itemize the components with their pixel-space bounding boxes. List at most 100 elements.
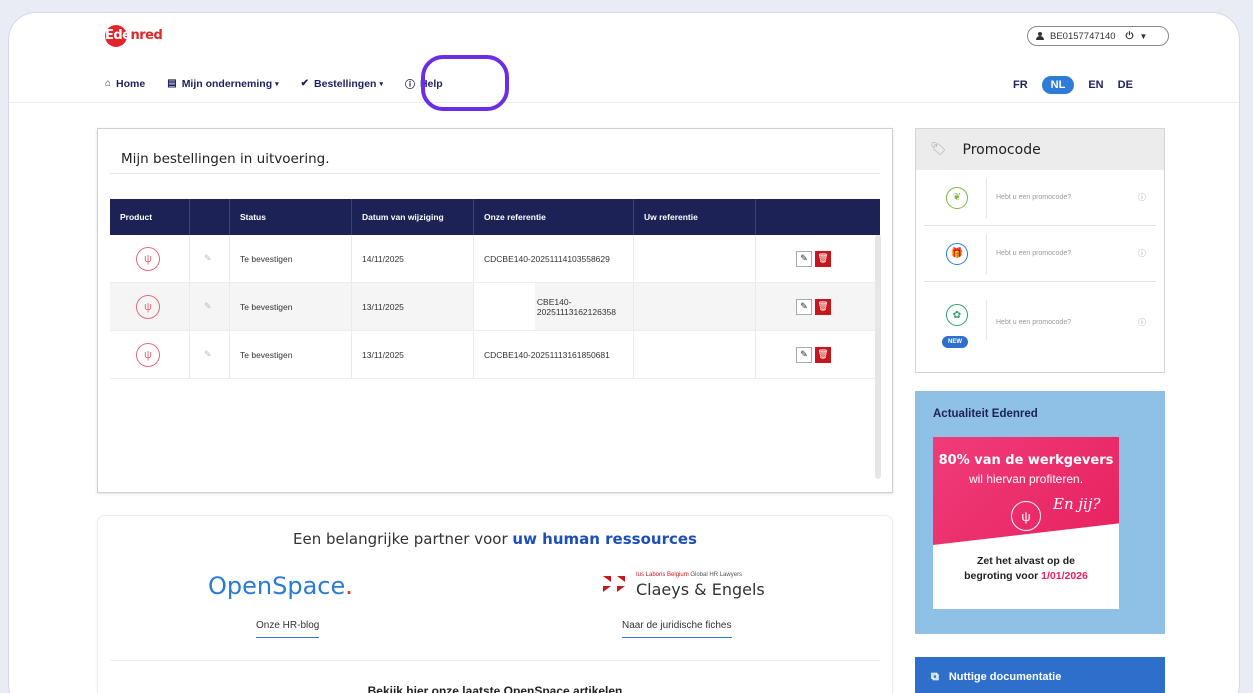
caret-down-icon: ▾ (275, 80, 279, 88)
ref-cell: CBE140-20251113162126358 (474, 283, 634, 330)
useful-docs-panel[interactable]: ⧉ Nuttige documentatie (915, 657, 1165, 693)
info-icon[interactable]: ⓘ (1138, 248, 1146, 259)
building-icon: ▤ (167, 78, 177, 89)
useful-docs-label: Nuttige documentatie (948, 671, 1062, 683)
col-actions (756, 199, 880, 235)
main-nav: ⌂ Home ▤ Mijn onderneming ▾ ✔ Bestelling… (105, 76, 465, 92)
pencil-note-icon[interactable]: ✎ (204, 253, 212, 264)
copy-document-icon: ⧉ (931, 671, 939, 683)
delete-button[interactable]: 🗑 (815, 298, 831, 315)
promocode-row[interactable]: 🎁 Hebt u een promocode? ⓘ (924, 226, 1156, 282)
table-row[interactable]: ψ ✎ Te bevestigen 14/11/2025 CDCBE140-20… (110, 235, 880, 283)
edit-button[interactable]: ✎ (796, 250, 812, 267)
edit-button[interactable]: ✎ (796, 298, 812, 315)
edit-cell: ✎ (190, 283, 230, 330)
claeys-tagline-red: Ius Laboris Belgium (636, 572, 689, 578)
divider (986, 178, 987, 218)
pencil-note-icon[interactable]: ✎ (204, 301, 212, 312)
promocode-input[interactable]: Hebt u een promocode? (996, 250, 1071, 257)
col-edit (190, 199, 230, 235)
meal-voucher-icon: ψ (136, 294, 160, 319)
delete-button[interactable]: 🗑 (815, 250, 831, 267)
ref-cell: CDCBE140-20251113161850681 (474, 331, 634, 378)
nav-home[interactable]: ⌂ Home (105, 78, 145, 90)
ref-cell: CDCBE140-20251114103558629 (474, 235, 634, 282)
col-product[interactable]: Product (110, 199, 190, 235)
info-icon[interactable]: ⓘ (1138, 317, 1146, 328)
tag-icon: 🏷 (930, 142, 947, 157)
news-banner[interactable]: 80% van de werkgevers wil hiervan profit… (933, 437, 1119, 609)
status-cell: Te bevestigen (230, 331, 352, 378)
table-scrollbar[interactable] (875, 235, 881, 479)
col-your-ref[interactable]: Uw referentie (634, 199, 756, 235)
promocode-input[interactable]: Hebt u een promocode? (996, 319, 1071, 326)
pencil-note-icon[interactable]: ✎ (204, 349, 212, 360)
hr-blog-link[interactable]: Onze HR-blog (256, 620, 320, 638)
meal-voucher-icon: ψ (1011, 501, 1041, 531)
banner-subline: wil hiervan profiteren. (968, 472, 1084, 486)
partners-title-bold: uw human ressources (512, 530, 697, 548)
edenred-logo[interactable]: Edenred (105, 25, 163, 47)
openspace-dot: . (345, 572, 353, 600)
ref-text: CBE140-20251113162126358 (536, 296, 617, 317)
date-cell: 14/11/2025 (352, 235, 474, 282)
account-menu[interactable]: BE0157747140 ⏻ ▼ (1027, 26, 1169, 46)
promocode-input[interactable]: Hebt u een promocode? (996, 194, 1071, 201)
language-switcher: FR NL EN DE (1013, 76, 1133, 94)
lang-fr[interactable]: FR (1013, 79, 1028, 91)
col-our-ref[interactable]: Onze referentie (474, 199, 634, 235)
openspace-articles-heading: Bekijk hier onze laatste OpenSpace artik… (367, 684, 623, 693)
promocode-title: Promocode (962, 141, 1041, 158)
table-header: Product Status Datum van wijziging Onze … (110, 199, 880, 235)
banner-text-1: Zet het alvast op de (976, 555, 1076, 567)
edit-cell: ✎ (190, 331, 230, 378)
nav-mijn-onderneming[interactable]: ▤ Mijn onderneming ▾ (167, 78, 278, 90)
col-status[interactable]: Status (230, 199, 352, 235)
account-id: BE0157747140 (1050, 30, 1116, 42)
promocode-row[interactable]: ✿ NEW Hebt u een promocode? ⓘ (924, 282, 1156, 362)
actions-cell: ✎ 🗑 (756, 235, 880, 282)
date-cell: 13/11/2025 (352, 283, 474, 330)
home-icon: ⌂ (105, 78, 112, 89)
col-date[interactable]: Datum van wijziging (352, 199, 474, 235)
divider (110, 660, 880, 661)
nav-onderneming-label: Mijn onderneming (181, 77, 273, 90)
partners-title-pre: Een belangrijke partner voor (293, 530, 513, 548)
promocode-row[interactable]: ❦ Hebt u een promocode? ⓘ (924, 170, 1156, 226)
orders-panel: Mijn bestellingen in uitvoering. Product… (97, 128, 893, 493)
user-icon (1036, 32, 1044, 40)
lang-nl[interactable]: NL (1041, 76, 1075, 94)
row-actions: ✎ 🗑 (796, 298, 831, 315)
partners-title: Een belangrijke partner voor uw human re… (98, 530, 892, 548)
sport-culture-icon: ✿ (946, 304, 968, 326)
news-panel: Actualiteit Edenred 80% van de werkgever… (915, 391, 1165, 634)
table-row[interactable]: ψ ✎ Te bevestigen 13/11/2025 CBE140-2025… (110, 283, 880, 331)
row-actions: ✎ 🗑 (796, 346, 831, 363)
edit-button[interactable]: ✎ (796, 346, 812, 363)
table-row[interactable]: ψ ✎ Te bevestigen 13/11/2025 CDCBE140-20… (110, 331, 880, 379)
openspace-logo[interactable]: OpenSpace. (208, 572, 353, 600)
gift-icon: 🎁 (946, 242, 968, 265)
edit-cell: ✎ (190, 235, 230, 282)
legal-fiches-link[interactable]: Naar de juridische fiches (622, 620, 732, 638)
nav-bestellingen[interactable]: ✔ Bestellingen ▾ (301, 78, 383, 90)
divider (986, 234, 987, 274)
banner-date: 1/01/2026 (1041, 570, 1088, 582)
lang-de[interactable]: DE (1118, 79, 1133, 91)
delete-button[interactable]: 🗑 (815, 346, 831, 363)
status-cell: Te bevestigen (230, 283, 352, 330)
partners-panel: Een belangrijke partner voor uw human re… (97, 515, 893, 693)
lang-en[interactable]: EN (1088, 79, 1103, 91)
info-icon[interactable]: ⓘ (1138, 192, 1146, 203)
claeys-engels-logo[interactable]: Claeys & Engels (636, 580, 765, 599)
caret-down-icon: ▾ (379, 80, 383, 88)
browser-frame: Edenred BE0157747140 ⏻ ▼ ⌂ Home ▤ Mijn o… (8, 12, 1240, 693)
promocode-header: 🏷 Promocode (916, 129, 1164, 170)
product-cell: ψ (110, 283, 190, 330)
claeys-logo-mark-icon (603, 576, 633, 592)
banner-text-2-pre: begroting voor (964, 570, 1042, 582)
help-highlight-ring (421, 55, 509, 111)
claeys-tagline-gray: Global HR Lawyers (690, 572, 743, 578)
power-icon[interactable]: ⏻ (1126, 31, 1134, 42)
news-title: Actualiteit Edenred (933, 408, 1038, 420)
